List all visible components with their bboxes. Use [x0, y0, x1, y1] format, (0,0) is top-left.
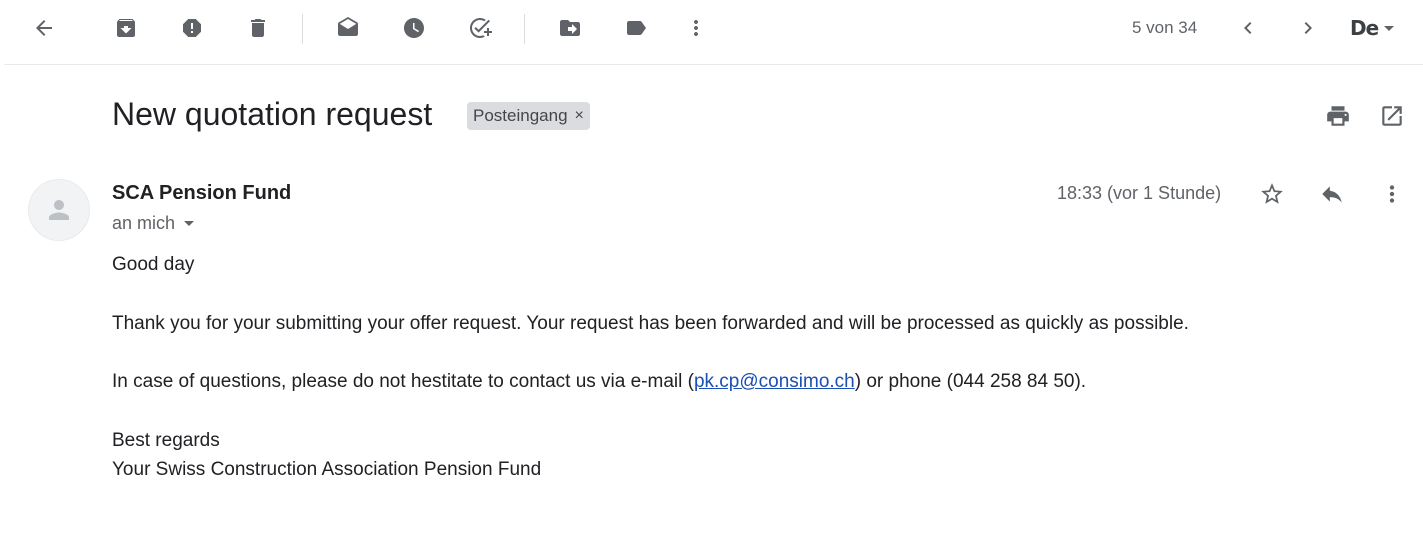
- email-view: 5 von 34 De New quotation request Postei…: [0, 0, 1423, 541]
- label-icon[interactable]: [616, 8, 656, 48]
- recipient-text: an mich: [112, 213, 176, 233]
- toolbar: 5 von 34 De: [4, 0, 1423, 65]
- person-icon: [49, 200, 69, 220]
- toolbar-divider: [524, 14, 525, 44]
- more-vert-icon[interactable]: [676, 8, 716, 48]
- email-timestamp: 18:33 (vor 1 Stunde): [1057, 183, 1222, 203]
- contact-text-suffix: ) or phone (044 258 84 50).: [854, 371, 1087, 392]
- open-new-window-icon[interactable]: [1372, 96, 1412, 136]
- report-spam-icon[interactable]: [172, 8, 212, 48]
- back-arrow-icon[interactable]: [24, 8, 64, 48]
- input-tools-button[interactable]: De: [1350, 16, 1395, 40]
- add-task-icon[interactable]: [460, 8, 500, 48]
- print-icon[interactable]: [1318, 96, 1358, 136]
- sender-name[interactable]: SCA Pension Fund: [112, 182, 291, 205]
- body-contact-paragraph: In case of questions, please do not hest…: [112, 371, 1086, 393]
- mark-unread-icon[interactable]: [328, 8, 368, 48]
- language-label: De: [1350, 16, 1379, 40]
- inbox-label-chip[interactable]: Posteingang ×: [467, 102, 590, 130]
- email-subject: New quotation request: [112, 96, 433, 132]
- label-chip-text: Posteingang: [473, 106, 568, 125]
- snooze-icon[interactable]: [394, 8, 434, 48]
- previous-email-icon[interactable]: [1228, 8, 1268, 48]
- chevron-down-icon: [184, 221, 195, 226]
- next-email-icon[interactable]: [1288, 8, 1328, 48]
- avatar[interactable]: [28, 179, 90, 241]
- body-greeting: Good day: [112, 254, 195, 275]
- delete-icon[interactable]: [238, 8, 278, 48]
- body-closing: Best regards: [112, 430, 220, 451]
- reply-icon[interactable]: [1312, 174, 1352, 214]
- toolbar-divider: [302, 14, 303, 44]
- pager-count: 5 von 34: [1132, 18, 1198, 37]
- remove-label-icon[interactable]: ×: [575, 107, 584, 125]
- move-to-icon[interactable]: [550, 8, 590, 48]
- archive-icon[interactable]: [106, 8, 146, 48]
- recipient-details-toggle[interactable]: an mich: [112, 213, 195, 234]
- contact-text-prefix: In case of questions, please do not hest…: [112, 371, 694, 392]
- body-paragraph: Thank you for your submitting your offer…: [112, 313, 1189, 334]
- chevron-down-icon: [1384, 25, 1395, 31]
- body-signature: Your Swiss Construction Association Pens…: [112, 459, 542, 480]
- star-icon[interactable]: [1252, 174, 1292, 214]
- email-link[interactable]: pk.cp@consimo.ch: [694, 371, 855, 392]
- more-vert-icon[interactable]: [1372, 174, 1412, 214]
